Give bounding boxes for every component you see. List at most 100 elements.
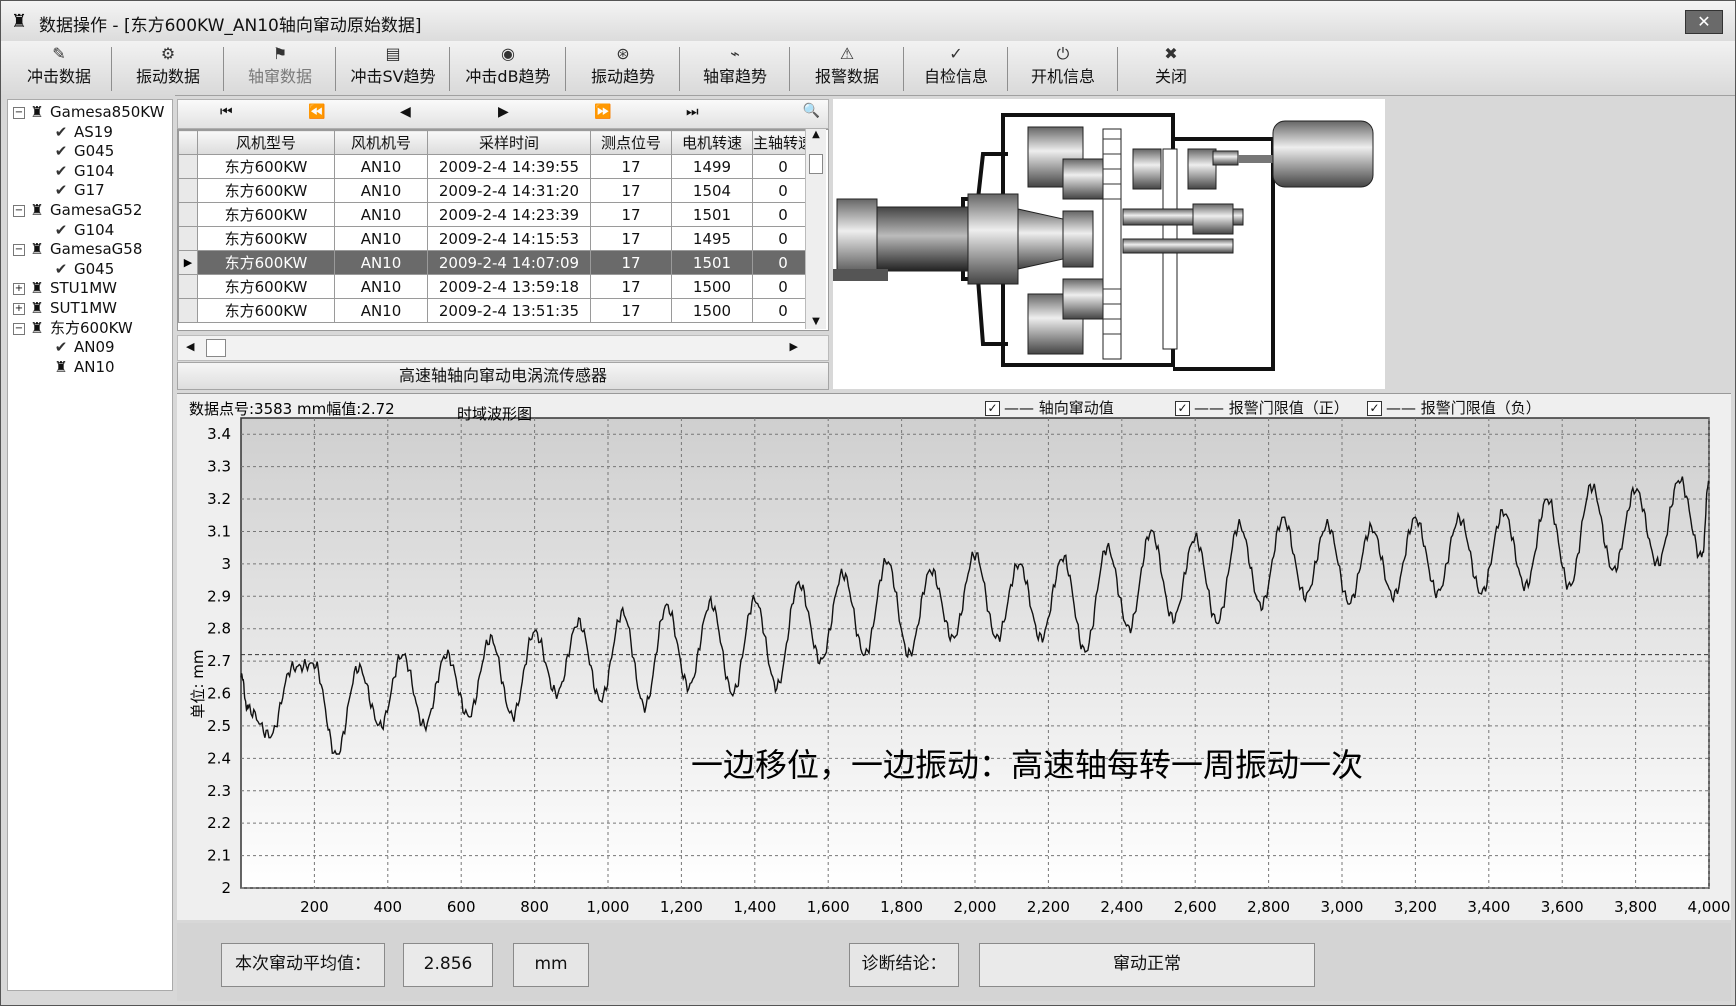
expand-icon[interactable]: + — [13, 283, 25, 296]
column-header[interactable]: 测点位号 — [590, 130, 672, 155]
scroll-up-arrow-icon[interactable]: ▲ — [806, 129, 826, 140]
row-indicator[interactable] — [178, 226, 198, 251]
row-indicator[interactable] — [178, 298, 198, 323]
collapse-icon[interactable]: − — [13, 244, 25, 257]
toolbar-button-vibration-data[interactable]: ⚙ 振动数据 — [115, 43, 221, 93]
previous-page-button[interactable]: ⏪ — [308, 104, 325, 120]
scroll-down-arrow-icon[interactable]: ▼ — [806, 316, 826, 327]
record-table: 风机型号 风机机号 采样时间 测点位号 电机转速 主轴转速 东方600KW AN10 2009-… — [177, 129, 829, 331]
table-cell: 17 — [590, 250, 672, 275]
toolbar-button-axial-data[interactable]: ⚑ 轴窜数据 — [227, 43, 333, 93]
tree-group-node[interactable]: ♜ Gamesa850KW — [28, 102, 164, 122]
tree-group-node[interactable]: ♜ STU1MW — [28, 278, 117, 298]
table-horizontal-scrollbar[interactable]: ◀ ▶ — [177, 335, 829, 361]
x-tick-label: 3,000 — [1321, 898, 1364, 916]
tree-leaf-node[interactable]: ✔ G104 — [52, 220, 115, 240]
next-page-button[interactable]: ⏩ — [594, 104, 611, 120]
legend-alarm-negative[interactable]: ✓ —— 报警门限值（负） — [1367, 397, 1541, 418]
tree-leaf-node[interactable]: ✔ AN09 — [52, 337, 115, 357]
gearbox-diagram — [833, 99, 1385, 389]
chart-annotation: 一边移位，一边振动：高速轴每转一周振动一次 — [691, 746, 1363, 784]
tree-leaf-node[interactable]: ✔ G17 — [52, 180, 105, 200]
table-row[interactable]: 东方600KW AN10 2009-2-4 14:23:39 17 1501 0 — [178, 202, 815, 227]
expand-icon[interactable]: + — [13, 303, 25, 315]
tree-node-label: G104 — [74, 161, 115, 180]
tree-node-label: SUT1MW — [50, 299, 117, 317]
y-tick-label: 2.5 — [207, 717, 231, 735]
table-cell: 东方600KW — [197, 154, 335, 179]
tree-leaf-node[interactable]: ✔ AS19 — [52, 122, 113, 142]
legend-checkbox[interactable]: ✓ — [1367, 401, 1382, 416]
avg-label: 本次窜动平均值： — [221, 943, 385, 987]
toolbar-button-impact-data[interactable]: ✎ 冲击数据 — [9, 43, 109, 93]
diagnosis-value-field[interactable]: 窜动正常 — [979, 943, 1315, 987]
table-row[interactable]: 东方600KW AN10 2009-2-4 13:59:18 17 1500 0 — [178, 274, 815, 299]
legend-checkbox[interactable]: ✓ — [985, 401, 1000, 416]
row-indicator[interactable] — [178, 202, 198, 227]
toolbar-button-impact-sv-trend[interactable]: ▤ 冲击SV趋势 — [339, 43, 447, 93]
first-record-button[interactable]: ⏮ — [220, 104, 233, 120]
column-header[interactable]: 风机型号 — [197, 130, 335, 155]
scroll-thumb[interactable] — [809, 154, 823, 174]
tree-group-node[interactable]: ♜ 东方600KW — [28, 318, 133, 338]
vibration-data-icon: ⚙ — [160, 44, 176, 63]
previous-record-button[interactable]: ◀ — [400, 104, 411, 120]
last-record-button[interactable]: ⏭ — [686, 104, 699, 120]
scroll-h-thumb[interactable] — [206, 339, 226, 357]
next-record-button[interactable]: ▶ — [498, 104, 509, 120]
turbine-icon: ♜ — [30, 103, 44, 121]
tree-node-label: AS19 — [74, 122, 113, 141]
x-tick-label: 1,200 — [660, 898, 703, 916]
table-row[interactable]: 东方600KW AN10 2009-2-4 14:15:53 17 1495 0 — [178, 226, 815, 251]
toolbar-button-label: 自检信息 — [923, 67, 988, 86]
table-row[interactable]: ▶ 东方600KW AN10 2009-2-4 14:07:09 17 1501 0 — [178, 250, 815, 275]
row-indicator[interactable] — [178, 274, 198, 299]
tree-leaf-node[interactable]: ♜ AN10 — [52, 357, 114, 377]
legend-axial-value[interactable]: ✓ —— 轴向窜动值 — [985, 397, 1114, 418]
tree-group-node[interactable]: ♜ GamesaG52 — [28, 200, 142, 220]
row-indicator[interactable] — [178, 178, 198, 203]
row-indicator[interactable]: ▶ — [178, 250, 198, 275]
scroll-left-arrow-icon[interactable]: ◀ — [186, 340, 194, 353]
scroll-right-arrow-icon[interactable]: ▶ — [790, 340, 798, 353]
table-cell: AN10 — [334, 226, 428, 251]
toolbar-button-axial-trend[interactable]: ⌁ 轴窜趋势 — [683, 43, 787, 93]
toolbar-separator — [789, 47, 790, 91]
tree-leaf-node[interactable]: ✔ G104 — [52, 161, 115, 181]
legend-checkbox[interactable]: ✓ — [1175, 401, 1190, 416]
toolbar-button-startup-info[interactable]: ⏻ 开机信息 — [1011, 43, 1115, 93]
check-icon: ✔ — [54, 161, 68, 180]
table-vertical-scrollbar[interactable]: ▲ ▼ — [805, 129, 826, 329]
toolbar-button-label: 关闭 — [1154, 67, 1187, 86]
toolbar-button-close[interactable]: ✖ 关闭 — [1121, 43, 1221, 93]
tree-node-label: 东方600KW — [50, 318, 133, 337]
toolbar-button-impact-db-trend[interactable]: ◉ 冲击dB趋势 — [453, 43, 563, 93]
tree-group-node[interactable]: ♜ SUT1MW — [28, 298, 117, 318]
column-header[interactable]: 电机转速 — [671, 130, 753, 155]
search-icon[interactable]: 🔍 — [803, 103, 820, 119]
toolbar-button-self-check[interactable]: ✓ 自检信息 — [907, 43, 1005, 93]
toolbar-button-vibration-trend[interactable]: ⊛ 振动趋势 — [569, 43, 677, 93]
tree-leaf-node[interactable]: ✔ G045 — [52, 259, 115, 279]
window-close-button[interactable]: ✕ — [1685, 10, 1723, 34]
table-cell: AN10 — [334, 178, 428, 203]
table-row[interactable]: 东方600KW AN10 2009-2-4 13:51:35 17 1500 0 — [178, 298, 815, 323]
toolbar-button-alarm-data[interactable]: ⚠ 报警数据 — [793, 43, 901, 93]
x-tick-label: 400 — [373, 898, 402, 916]
collapse-icon[interactable]: − — [13, 205, 25, 217]
column-header[interactable]: 采样时间 — [427, 130, 591, 155]
column-header[interactable]: 风机机号 — [334, 130, 428, 155]
x-tick-label: 2,600 — [1174, 898, 1217, 916]
collapse-icon[interactable]: − — [13, 322, 25, 335]
table-row[interactable]: 东方600KW AN10 2009-2-4 14:31:20 17 1504 0 — [178, 178, 815, 203]
x-tick-label: 1,400 — [733, 898, 776, 916]
collapse-icon[interactable]: − — [13, 107, 25, 119]
y-tick-label: 2.9 — [207, 587, 231, 605]
tree-group-node[interactable]: ♜ GamesaG58 — [28, 239, 142, 259]
toolbar-separator — [335, 47, 336, 91]
legend-alarm-positive[interactable]: ✓ —— 报警门限值（正） — [1175, 397, 1349, 418]
tree-leaf-node[interactable]: ✔ G045 — [52, 141, 115, 161]
row-indicator[interactable] — [178, 154, 198, 179]
avg-value-field[interactable]: 2.856 — [403, 943, 493, 987]
table-row[interactable]: 东方600KW AN10 2009-2-4 14:39:55 17 1499 0 — [178, 154, 815, 179]
